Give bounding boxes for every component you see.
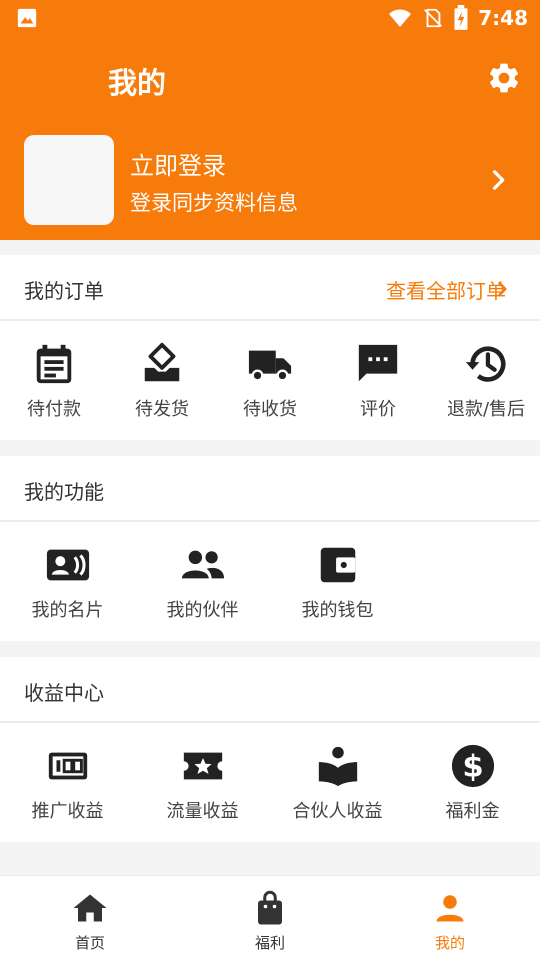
status-time: 7:48	[478, 6, 528, 30]
person-icon	[436, 895, 464, 922]
box-icon	[144, 342, 180, 382]
earning-label: 福利金	[445, 801, 500, 822]
order-label: 退款/售后	[446, 399, 526, 420]
nav-welfare[interactable]: 福利	[180, 876, 360, 960]
earnings-title: 收益中心	[24, 681, 104, 705]
people-icon	[181, 550, 224, 579]
earnings-header: 收益中心	[0, 657, 540, 723]
login-title[interactable]: 立即登录	[130, 146, 226, 181]
contact-card-icon	[46, 549, 89, 581]
battery-icon	[454, 5, 468, 30]
orders-grid: 待付款 待发货 待收货 评价 退款/售后	[0, 321, 540, 439]
gear-icon[interactable]	[486, 60, 522, 96]
nav-mine[interactable]: 我的	[360, 876, 540, 960]
order-review[interactable]: 评价	[324, 321, 432, 439]
nav-label: 我的	[434, 934, 465, 952]
earning-traffic[interactable]: 流量收益	[135, 723, 270, 841]
chat-icon	[358, 344, 398, 382]
home-icon	[73, 894, 107, 922]
orders-title: 我的订单	[24, 279, 104, 303]
earning-promotion[interactable]: 推广收益	[0, 723, 135, 841]
nav-label: 首页	[74, 934, 105, 952]
avatar[interactable]	[24, 135, 114, 225]
earnings-card: 收益中心 推广收益 流量收益 合伙人收益 $ 福利金	[0, 657, 540, 842]
order-label: 待付款	[27, 399, 81, 420]
bag-icon	[258, 890, 282, 925]
order-label: 待发货	[135, 399, 189, 420]
functions-grid: 我的名片 我的伙伴 我的钱包	[0, 522, 540, 640]
order-label: 待收货	[243, 399, 297, 420]
order-refund[interactable]: 退款/售后	[432, 321, 540, 439]
order-pending-shipment[interactable]: 待发货	[108, 321, 216, 439]
orders-card: 我的订单 查看全部订单 待付款 待发货 待收货 评价 退款/售后	[0, 255, 540, 440]
earning-label: 合伙人收益	[292, 801, 383, 822]
history-icon	[465, 346, 506, 382]
function-label: 我的钱包	[301, 600, 374, 621]
functions-header: 我的功能	[0, 456, 540, 522]
ticket-icon	[183, 752, 222, 780]
reader-icon	[318, 746, 357, 787]
function-label: 我的伙伴	[166, 600, 239, 621]
counter-icon	[48, 752, 87, 780]
status-bar: 7:48	[0, 0, 540, 36]
function-label: 我的名片	[31, 600, 104, 621]
page-title: 我的	[108, 66, 167, 100]
no-sim-icon	[424, 8, 443, 28]
nav-label: 福利	[254, 934, 285, 952]
image-icon	[17, 8, 37, 28]
wifi-icon	[389, 9, 412, 27]
truck-icon	[248, 350, 292, 382]
functions-card: 我的功能 我的名片 我的伙伴 我的钱包	[0, 456, 540, 641]
chevron-right-icon[interactable]	[492, 279, 512, 299]
earning-label: 推广收益	[31, 801, 104, 822]
chevron-right-icon[interactable]	[484, 166, 512, 194]
orders-header: 我的订单 查看全部订单	[0, 255, 540, 321]
earning-label: 流量收益	[166, 801, 239, 822]
function-wallet[interactable]: 我的钱包	[270, 522, 405, 640]
earnings-grid: 推广收益 流量收益 合伙人收益 $ 福利金	[0, 723, 540, 841]
profile-header: 7:48 我的 立即登录 登录同步资料信息	[0, 0, 540, 240]
earning-welfare[interactable]: $ 福利金	[405, 723, 540, 841]
bottom-nav: 首页 福利 我的	[0, 875, 540, 960]
order-pending-payment[interactable]: 待付款	[0, 321, 108, 439]
functions-title: 我的功能	[24, 480, 104, 504]
view-all-orders-link[interactable]: 查看全部订单	[386, 275, 506, 304]
wallet-icon	[320, 547, 355, 583]
order-pending-receipt[interactable]: 待收货	[216, 321, 324, 439]
svg-text:$: $	[462, 750, 483, 785]
earning-partner[interactable]: 合伙人收益	[270, 723, 405, 841]
function-business-card[interactable]: 我的名片	[0, 522, 135, 640]
login-subtitle: 登录同步资料信息	[130, 191, 298, 215]
calendar-icon	[36, 344, 72, 384]
nav-home[interactable]: 首页	[0, 876, 180, 960]
order-label: 评价	[360, 399, 396, 420]
function-partners[interactable]: 我的伙伴	[135, 522, 270, 640]
dollar-icon: $	[451, 744, 494, 788]
